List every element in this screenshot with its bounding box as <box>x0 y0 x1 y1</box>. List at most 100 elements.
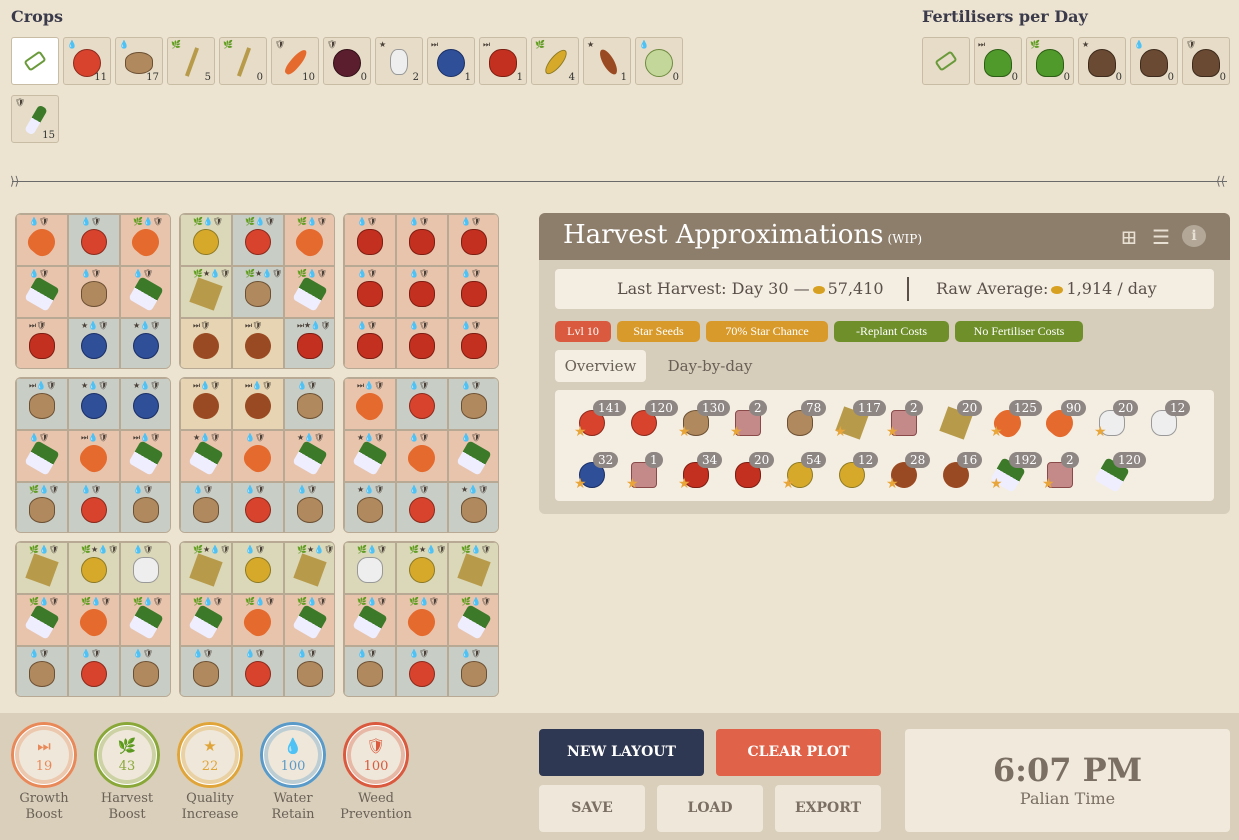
plot-cell[interactable]: ★💧🛡 <box>284 430 334 482</box>
plot-cell[interactable]: 💧🛡 <box>232 646 284 696</box>
info-icon[interactable]: i <box>1182 225 1206 247</box>
plot-cell[interactable]: 🌿💧🛡 <box>180 214 232 266</box>
plot-cell[interactable]: 💧🛡 <box>344 214 396 266</box>
crop-slot-eraser[interactable] <box>11 37 59 85</box>
plot-cell[interactable]: 💧🛡 <box>448 318 498 368</box>
crop-slot-potato[interactable]: 💧 17 <box>115 37 163 85</box>
plot-cell[interactable]: 💧🛡 <box>396 430 448 482</box>
plot-cell[interactable]: ⏭💧🛡 <box>180 378 232 430</box>
plot-cell[interactable]: 💧🛡 <box>396 482 448 532</box>
crop-slot-cabbage[interactable]: 💧 0 <box>635 37 683 85</box>
plot-cell[interactable]: ⏭🛡 <box>232 318 284 368</box>
plot-cell[interactable]: 💧🛡 <box>232 542 284 594</box>
plot-cell[interactable]: ★💧🛡 <box>68 378 120 430</box>
plot-cell[interactable]: ⏭🛡 <box>16 318 68 368</box>
plot-cell[interactable]: ⏭💧🛡 <box>344 378 396 430</box>
plot-cell[interactable]: 💧🛡 <box>284 646 334 696</box>
plot-cell[interactable]: 💧🛡 <box>120 482 170 532</box>
new-layout-button[interactable]: NEW LAYOUT <box>539 729 704 776</box>
plot-cell[interactable]: 💧🛡 <box>344 318 396 368</box>
fertiliser-slot-manure[interactable]: 🛡 0 <box>1182 37 1230 85</box>
plot-cell[interactable]: 🌿💧🛡 <box>344 594 396 646</box>
plot-cell[interactable]: 💧🛡 <box>284 378 334 430</box>
plot-cell[interactable]: 💧🛡 <box>68 482 120 532</box>
plot-cell[interactable]: ⏭🛡 <box>180 318 232 368</box>
plot-cell[interactable]: ⏭💧🛡 <box>16 378 68 430</box>
plot-cell[interactable]: 🌿💧🛡 <box>232 594 284 646</box>
plot-cell[interactable]: ★💧🛡 <box>120 378 170 430</box>
plot-cell[interactable]: ⏭💧🛡 <box>232 378 284 430</box>
crop-slot-blue[interactable]: ⏭ 1 <box>427 37 475 85</box>
plot-cell[interactable]: 💧🛡 <box>120 542 170 594</box>
plot-cell[interactable]: 🌿★💧🛡 <box>180 266 232 318</box>
tab-overview[interactable]: Overview <box>555 350 646 382</box>
plot-cell[interactable]: 💧🛡 <box>448 214 498 266</box>
plot-cell[interactable]: 🌿💧🛡 <box>180 594 232 646</box>
plot-cell[interactable]: ★💧🛡 <box>180 430 232 482</box>
plot-cell[interactable]: 🌿💧🛡 <box>344 542 396 594</box>
plot-cell[interactable]: ★💧🛡 <box>68 318 120 368</box>
plot-cell[interactable]: 🌿💧🛡 <box>284 266 334 318</box>
clear-plot-button[interactable]: CLEAR PLOT <box>716 729 881 776</box>
plot-cell[interactable]: ⏭★💧🛡 <box>284 318 334 368</box>
plot-cell[interactable]: 🌿💧🛡 <box>396 594 448 646</box>
tab-day-by-day[interactable]: Day-by-day <box>656 350 764 382</box>
plot-cell[interactable]: ★💧🛡 <box>344 430 396 482</box>
plot-cell[interactable]: 💧🛡 <box>68 646 120 696</box>
fertiliser-slot-eraser[interactable] <box>922 37 970 85</box>
plot-cell[interactable]: 💧🛡 <box>68 214 120 266</box>
plot-cell[interactable]: 💧🛡 <box>448 378 498 430</box>
plot-cell[interactable]: 💧🛡 <box>16 266 68 318</box>
plot-cell[interactable]: 💧🛡 <box>68 266 120 318</box>
plot-cell[interactable]: 💧🛡 <box>396 318 448 368</box>
fertiliser-slot-green[interactable]: ⏭ 0 <box>974 37 1022 85</box>
plot-cell[interactable]: 🌿💧🛡 <box>16 542 68 594</box>
save-button[interactable]: SAVE <box>539 785 645 832</box>
crop-slot-leek[interactable]: 🛡 15 <box>11 95 59 143</box>
plot-cell[interactable]: ⏭💧🛡 <box>120 430 170 482</box>
plot-cell[interactable]: 🌿★💧🛡 <box>396 542 448 594</box>
plot-cell[interactable]: 🌿💧🛡 <box>284 214 334 266</box>
plot-cell[interactable]: ★💧🛡 <box>448 482 498 532</box>
plot-cell[interactable]: 💧🛡 <box>120 266 170 318</box>
plot-cell[interactable]: 🌿💧🛡 <box>448 542 498 594</box>
plot-cell[interactable]: 🌿★💧🛡 <box>68 542 120 594</box>
plot-cell[interactable]: 💧🛡 <box>284 482 334 532</box>
load-button[interactable]: LOAD <box>657 785 763 832</box>
plot-cell[interactable]: 💧🛡 <box>344 646 396 696</box>
plot-cell[interactable]: 🌿💧🛡 <box>448 594 498 646</box>
plot-cell[interactable]: 💧🛡 <box>448 430 498 482</box>
crop-slot-wheat[interactable]: 🌿 5 <box>167 37 215 85</box>
fertiliser-slot-manure[interactable]: 💧 0 <box>1130 37 1178 85</box>
plot-cell[interactable]: 💧🛡 <box>180 482 232 532</box>
plot-cell[interactable]: 💧🛡 <box>16 214 68 266</box>
grid-view-icon[interactable]: ⊞ <box>1117 225 1141 249</box>
plot-cell[interactable]: 🌿💧🛡 <box>16 482 68 532</box>
crop-slot-cotton[interactable]: ★ 2 <box>375 37 423 85</box>
plot-cell[interactable]: 💧🛡 <box>16 430 68 482</box>
fertiliser-slot-manure[interactable]: ★ 0 <box>1078 37 1126 85</box>
plot-cell[interactable]: 🌿💧🛡 <box>120 214 170 266</box>
plot-cell[interactable]: 💧🛡 <box>396 214 448 266</box>
plot-cell[interactable]: 🌿💧🛡 <box>68 594 120 646</box>
plot-cell[interactable]: 💧🛡 <box>16 646 68 696</box>
export-button[interactable]: EXPORT <box>775 785 881 832</box>
plot-cell[interactable]: 🌿★💧🛡 <box>284 542 334 594</box>
crop-slot-wheat[interactable]: 🌿 0 <box>219 37 267 85</box>
crop-slot-tomato[interactable]: 💧 11 <box>63 37 111 85</box>
plot-cell[interactable]: 🌿💧🛡 <box>16 594 68 646</box>
crop-slot-chili[interactable]: ★ 1 <box>583 37 631 85</box>
plot-cell[interactable]: 🌿💧🛡 <box>232 214 284 266</box>
plot-cell[interactable]: 🌿💧🛡 <box>284 594 334 646</box>
plot-cell[interactable]: ★💧🛡 <box>344 482 396 532</box>
plot-cell[interactable]: 💧🛡 <box>396 646 448 696</box>
plot-cell[interactable]: 💧🛡 <box>120 646 170 696</box>
plot-cell[interactable]: 💧🛡 <box>180 646 232 696</box>
plot-cell[interactable]: ★💧🛡 <box>120 318 170 368</box>
crop-slot-onion[interactable]: 🛡 0 <box>323 37 371 85</box>
plot-cell[interactable]: 💧🛡 <box>232 430 284 482</box>
crop-slot-corn[interactable]: 🌿 4 <box>531 37 579 85</box>
plot-cell[interactable]: ⏭💧🛡 <box>68 430 120 482</box>
fertiliser-slot-green[interactable]: 🌿 0 <box>1026 37 1074 85</box>
plot-cell[interactable]: 💧🛡 <box>344 266 396 318</box>
